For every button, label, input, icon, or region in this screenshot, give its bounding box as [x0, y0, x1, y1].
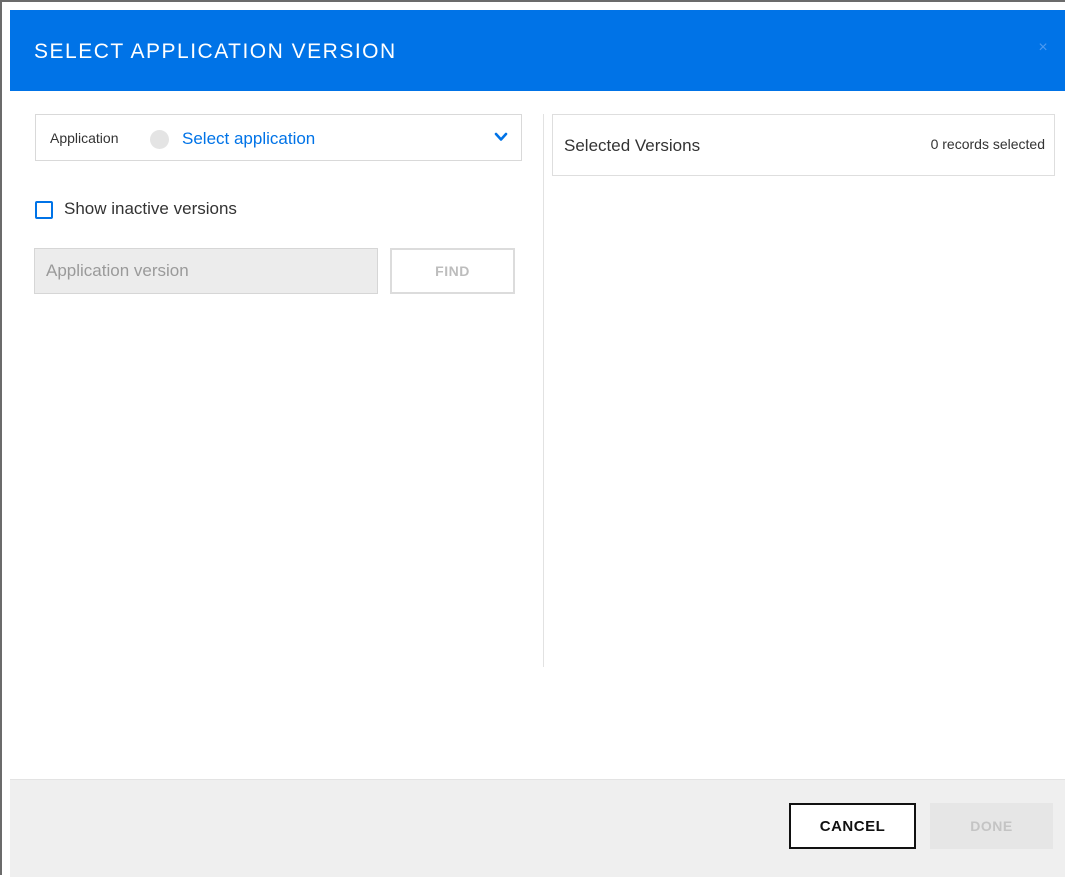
show-inactive-versions-label: Show inactive versions: [64, 199, 237, 218]
find-button[interactable]: FIND: [390, 248, 515, 294]
application-select-label: Application: [50, 130, 119, 146]
selected-versions-title: Selected Versions: [564, 136, 701, 155]
application-select[interactable]: Application Select application: [35, 114, 522, 161]
close-icon[interactable]: ×: [1033, 38, 1053, 58]
dialog-footer: CANCEL DONE: [10, 779, 1065, 877]
selected-versions-panel: Selected Versions 0 records selected: [552, 114, 1055, 176]
done-button[interactable]: DONE: [930, 803, 1053, 849]
application-select-value: Select application: [182, 129, 316, 148]
cancel-button[interactable]: CANCEL: [789, 803, 916, 849]
application-status-dot-icon: [150, 130, 169, 149]
select-application-version-dialog: SELECT APPLICATION VERSION × Application…: [0, 0, 1065, 877]
dialog-header: SELECT APPLICATION VERSION ×: [10, 10, 1065, 91]
dialog-body: Application Select application Show inac…: [10, 91, 1065, 779]
selected-records-count: 0 records selected: [930, 136, 1045, 152]
panel-divider: [543, 114, 544, 667]
show-inactive-versions-checkbox[interactable]: [35, 201, 53, 219]
chevron-down-icon[interactable]: [494, 130, 508, 144]
application-version-input[interactable]: [34, 248, 378, 294]
dialog-title: SELECT APPLICATION VERSION: [34, 40, 397, 63]
